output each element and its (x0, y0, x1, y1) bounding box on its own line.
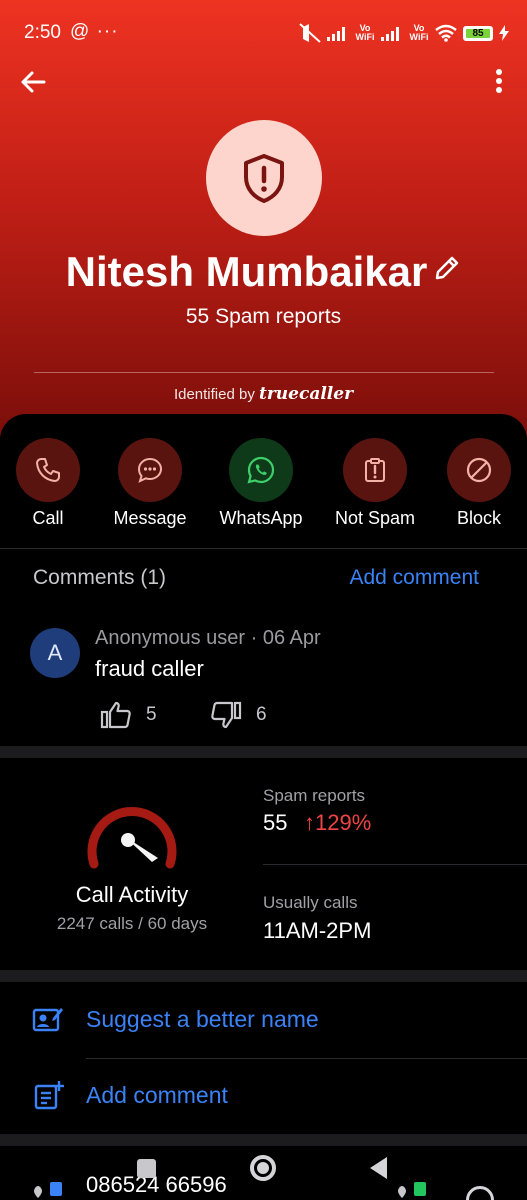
status-time: 2:50 (24, 22, 61, 43)
dislike-button[interactable]: 6 (210, 700, 267, 730)
section-divider-2 (0, 970, 527, 982)
caller-name-row: Nitesh Mumbaikar (0, 248, 527, 296)
message-action[interactable]: Message (95, 438, 205, 529)
sim-2-icon (398, 1182, 426, 1198)
phone-number[interactable]: 086524 66596 (86, 1172, 227, 1198)
whatsapp-label: WhatsApp (219, 508, 303, 528)
whatsapp-icon (247, 456, 275, 484)
vowifi-label-2: Vo WiFi (409, 23, 429, 42)
truecaller-logo: truecaller (259, 384, 354, 404)
header-divider (34, 372, 494, 373)
nav-back-button[interactable] (370, 1157, 387, 1179)
clipboard-alert-icon (365, 458, 385, 482)
spam-reports-value: 55 (263, 810, 288, 835)
battery-level: 85 (472, 27, 484, 39)
contact-edit-icon (32, 1008, 63, 1032)
call-action[interactable]: Call (0, 438, 103, 529)
nav-recents-button[interactable] (137, 1159, 156, 1178)
block-action[interactable]: Block (424, 438, 527, 529)
actions-divider (0, 548, 527, 549)
edit-name-button[interactable] (433, 254, 461, 282)
stats-divider (263, 864, 527, 865)
charging-icon (499, 25, 509, 41)
commenter-avatar: A (30, 628, 80, 678)
caller-header: 2:50 @ ··· Vo WiFi Vo WiFi 85 Nitesh Mum… (0, 0, 527, 440)
dislike-count: 6 (256, 704, 267, 725)
suggest-name-link[interactable]: Suggest a better name (86, 1006, 319, 1033)
back-button[interactable] (16, 64, 52, 100)
add-comment-link[interactable]: Add comment (349, 566, 479, 590)
signal-icon (327, 27, 345, 41)
spam-reports-count: 55 Spam reports (185, 305, 342, 328)
action-bar: Call Message WhatsApp Not Spam Block (0, 438, 527, 538)
usually-calls-label: Usually calls (263, 893, 358, 912)
section-divider (0, 746, 527, 758)
block-button[interactable] (447, 438, 511, 502)
status-bar: 2:50 @ ··· Vo WiFi Vo WiFi 85 (0, 0, 527, 64)
nav-home-button[interactable] (250, 1155, 276, 1181)
caller-name: Nitesh Mumbaikar (65, 248, 428, 295)
not-spam-action[interactable]: Not Spam (320, 438, 430, 529)
comment-text: fraud caller (95, 656, 204, 681)
whatsapp-button[interactable] (229, 438, 293, 502)
bottom-divider (0, 1134, 527, 1146)
message-button[interactable] (118, 438, 182, 502)
note-add-icon (34, 1081, 64, 1110)
more-vert-icon (496, 69, 502, 93)
status-notification-icons: @ ··· (70, 21, 119, 42)
identified-by: Identified by truecaller (0, 384, 527, 404)
call-activity-title: Call Activity (75, 882, 189, 907)
comments-title: Comments (1) (33, 566, 167, 589)
block-icon (466, 457, 492, 483)
comment-meta: Anonymous user · 06 Apr (95, 627, 321, 649)
not-spam-button[interactable] (343, 438, 407, 502)
sim-1-icon (34, 1182, 62, 1198)
status-icons: Vo WiFi Vo WiFi 85 (299, 22, 509, 44)
add-comment-row[interactable]: Add comment (0, 1066, 527, 1126)
spam-reports-label: Spam reports (263, 786, 366, 805)
whatsapp-action[interactable]: WhatsApp (206, 438, 316, 529)
usually-calls-value: 11AM-2PM (263, 918, 372, 943)
thumbs-down-icon (211, 701, 242, 729)
call-activity-subtitle: 2247 calls / 60 days (56, 914, 208, 933)
call-button[interactable] (16, 438, 80, 502)
block-label: Block (456, 508, 501, 528)
more-options-button[interactable] (487, 64, 511, 100)
call-label: Call (32, 508, 64, 528)
like-count: 5 (146, 704, 157, 725)
vowifi-label-1: Vo WiFi (355, 23, 375, 42)
message-label: Message (113, 508, 187, 528)
arrow-back-icon (21, 71, 46, 93)
signal-icon-2 (381, 27, 399, 41)
message-icon (137, 457, 163, 483)
phone-icon (36, 458, 60, 482)
suggest-name-row[interactable]: Suggest a better name (0, 990, 527, 1050)
links-divider (86, 1058, 527, 1059)
wifi-icon (435, 24, 457, 42)
not-spam-label: Not Spam (334, 508, 416, 528)
battery-icon: 85 (463, 25, 493, 41)
shield-alert-icon (244, 154, 284, 203)
like-button[interactable]: 5 (100, 700, 157, 730)
pencil-icon (436, 256, 459, 280)
spam-avatar (206, 120, 322, 236)
thumbs-up-icon (100, 701, 131, 729)
add-comment-row-link[interactable]: Add comment (86, 1082, 228, 1109)
mute-vibrate-icon (299, 23, 321, 43)
speedometer-icon (87, 807, 177, 869)
identified-by-label: Identified by (173, 386, 255, 403)
spam-reports-change: ↑129% (304, 810, 372, 835)
